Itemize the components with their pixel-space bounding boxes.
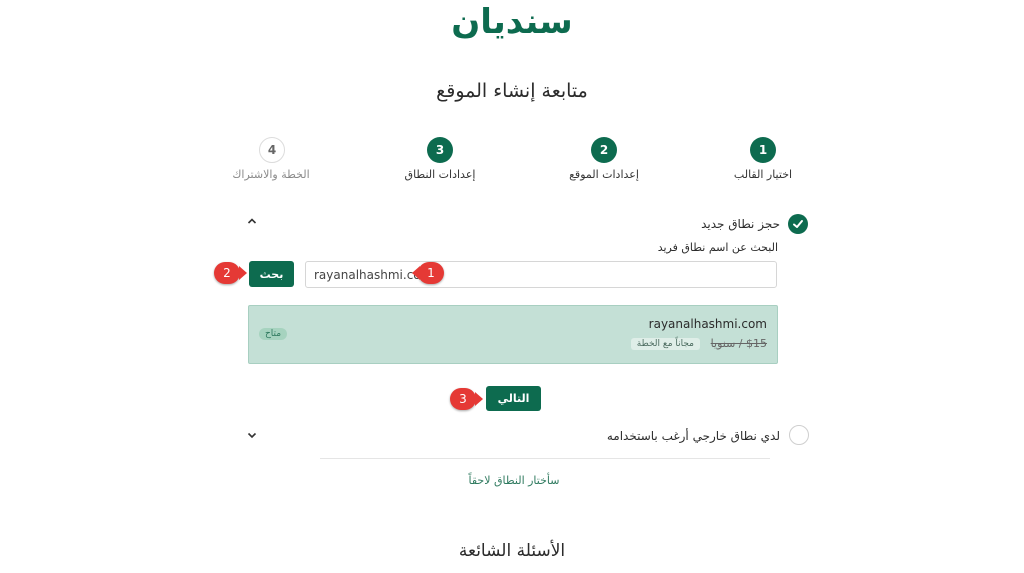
step-3-indicator: 3	[427, 137, 453, 163]
domain-search-input[interactable]: rayanalhashmi.com	[305, 261, 777, 288]
choose-later-link[interactable]: سأختار النطاق لاحقاً	[0, 474, 1024, 487]
step-3-label: إعدادات النطاق	[404, 168, 476, 181]
search-button[interactable]: بحث	[249, 261, 294, 287]
next-button[interactable]: التالي	[486, 386, 541, 411]
external-domain-title[interactable]: لدي نطاق خارجي أرغب باستخدامه	[607, 429, 780, 443]
step-1-label: اختيار القالب	[733, 168, 793, 181]
step-1-indicator: 1	[750, 137, 776, 163]
annotation-pointer-1	[412, 266, 420, 280]
section-divider	[320, 458, 770, 459]
step-4-indicator: 4	[259, 137, 285, 163]
result-plan-note: مجاناً مع الخطة	[630, 338, 700, 350]
availability-badge: متاح	[259, 328, 288, 340]
chevron-down-icon[interactable]	[246, 429, 258, 445]
annotation-marker-1: 1	[418, 262, 444, 284]
step-2-indicator: 2	[591, 137, 617, 163]
new-domain-selected-radio[interactable]	[788, 214, 808, 234]
step-4-label: الخطة والاشتراك	[232, 168, 310, 181]
new-domain-title[interactable]: حجز نطاق جديد	[701, 217, 780, 231]
chevron-up-icon[interactable]	[246, 215, 258, 231]
result-old-price: $15 / سنويا	[710, 337, 767, 350]
annotation-marker-2-label: 2	[223, 266, 231, 280]
step-2-label: إعدادات الموقع	[569, 168, 639, 181]
check-icon	[793, 220, 803, 228]
page-title: متابعة إنشاء الموقع	[436, 80, 588, 102]
faq-title: الأسئلة الشائعة	[458, 541, 566, 561]
annotation-marker-2: 2	[214, 262, 240, 284]
result-domain-name: rayanalhashmi.com	[648, 317, 767, 331]
annotation-marker-3-label: 3	[459, 392, 467, 406]
domain-result-card[interactable]	[248, 305, 778, 364]
external-domain-radio[interactable]	[789, 425, 809, 445]
annotation-pointer-3	[475, 392, 483, 406]
annotation-marker-3: 3	[450, 388, 476, 410]
brand-logo[interactable]: سنديان	[0, 2, 1024, 42]
search-field-label: البحث عن اسم نطاق فريد	[657, 241, 778, 254]
annotation-pointer-2	[239, 266, 247, 280]
annotation-marker-1-label: 1	[427, 266, 435, 280]
